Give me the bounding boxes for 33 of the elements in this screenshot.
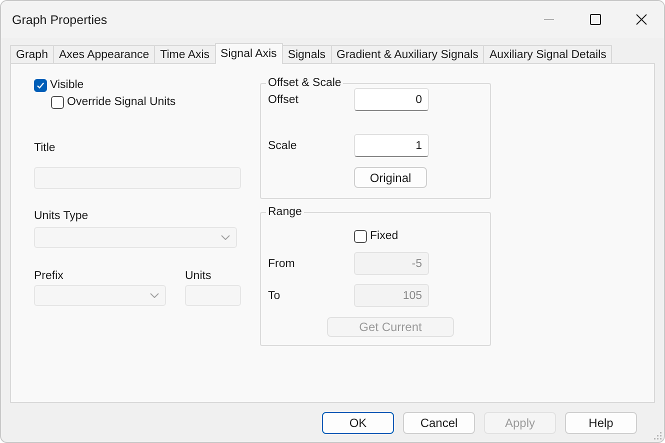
number-field[interactable]: 1 <box>354 134 429 157</box>
maximize-icon <box>590 14 600 25</box>
field-label: Offset <box>268 92 300 108</box>
chevron-icon <box>150 293 159 298</box>
field-label: From <box>268 256 296 272</box>
field-label: Title <box>34 141 56 156</box>
dialog-button[interactable]: OK <box>322 412 394 434</box>
window-title: Graph Properties <box>12 12 108 26</box>
checkbox[interactable]: Fixed <box>354 228 398 244</box>
close-icon <box>636 14 646 25</box>
tab[interactable]: Graph <box>10 45 54 63</box>
field-label: Units Type <box>34 209 90 224</box>
checkbox[interactable]: Visible <box>34 77 84 93</box>
resize-grip-icon[interactable] <box>654 432 662 440</box>
field-label: Scale <box>268 138 298 154</box>
group-title: Offset & Scale <box>267 76 342 90</box>
checkmark-icon <box>36 80 45 90</box>
field-label: Units <box>185 269 212 284</box>
group-title: Range <box>267 205 303 219</box>
minimize-icon <box>544 19 554 20</box>
number-field[interactable]: 0 <box>354 88 429 111</box>
checkbox[interactable]: Override Signal Units <box>51 94 176 110</box>
original-button[interactable]: Original <box>354 167 427 188</box>
chevron-icon <box>221 235 230 240</box>
tab[interactable]: Gradient & Auxiliary Signals <box>330 45 484 63</box>
tab[interactable]: Auxiliary Signal Details <box>483 45 612 63</box>
field-label: Prefix <box>34 269 64 284</box>
tab[interactable]: Axes Appearance <box>52 45 156 63</box>
dialog-button[interactable]: Cancel <box>403 412 475 434</box>
field-label: To <box>268 288 282 304</box>
tab[interactable]: Signal Axis <box>214 43 283 64</box>
tab[interactable]: Signals <box>282 45 332 63</box>
dialog-button[interactable]: Help <box>565 412 637 434</box>
